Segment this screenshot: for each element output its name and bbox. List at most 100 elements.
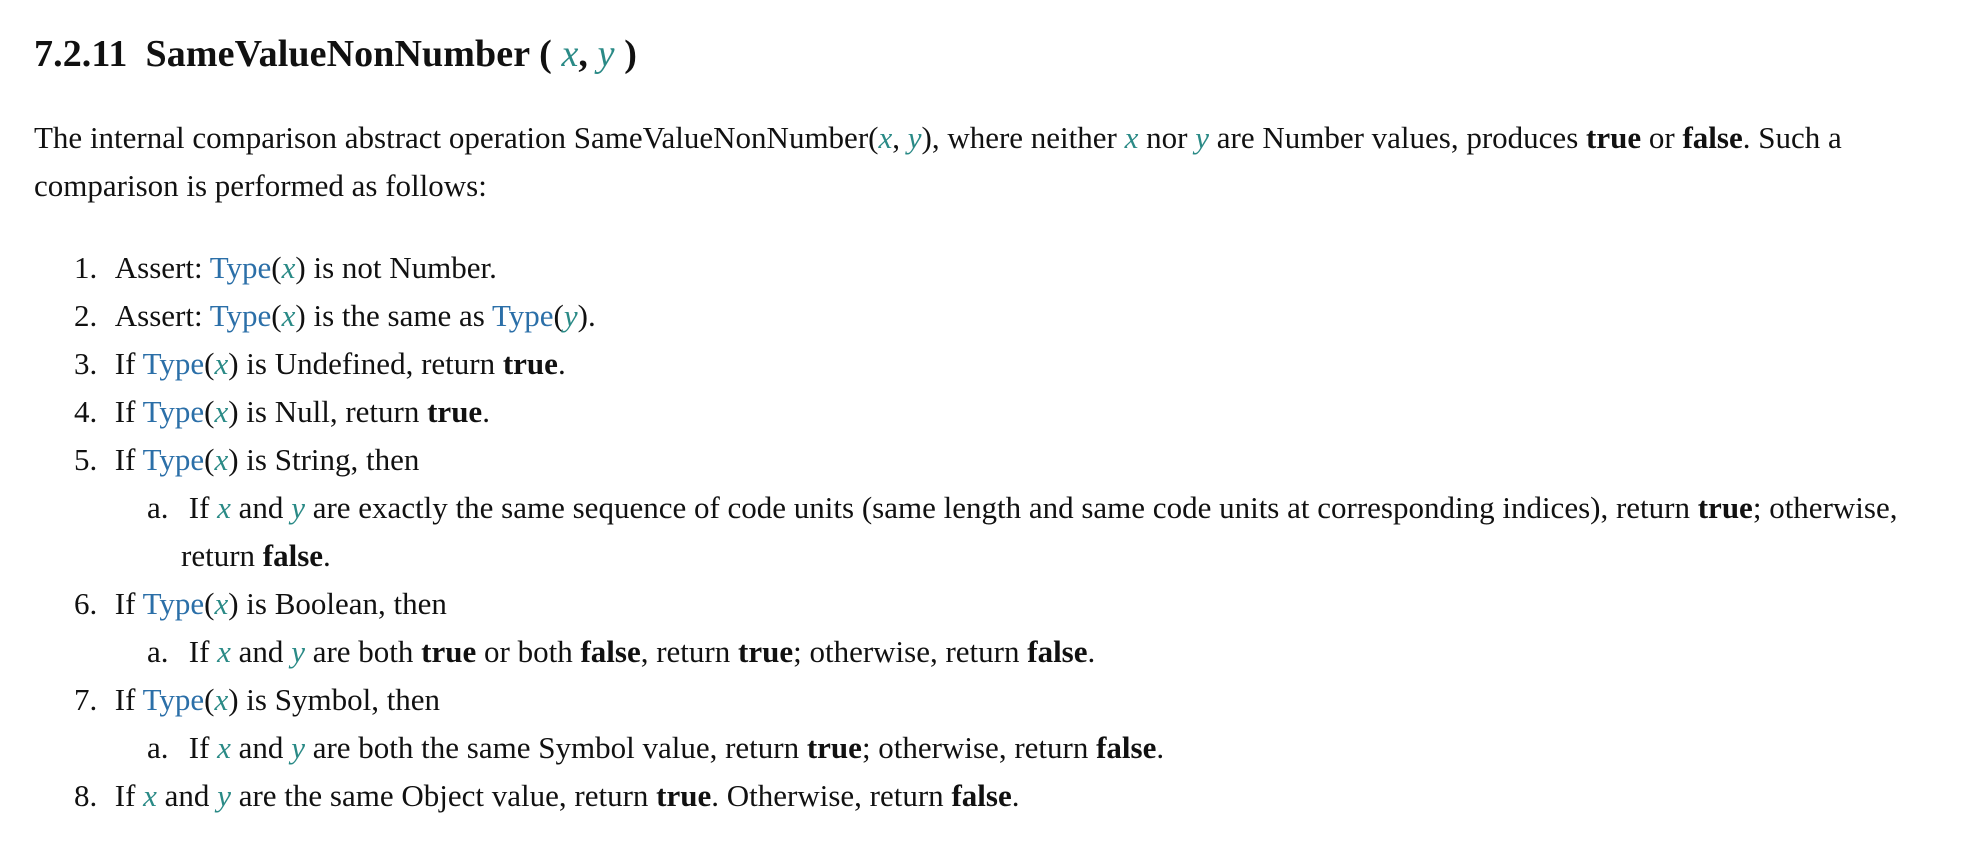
step-text: is Symbol, then — [238, 682, 441, 717]
step-text: If — [114, 346, 143, 381]
paren: ( — [553, 298, 564, 333]
type-link[interactable]: Type — [143, 394, 205, 429]
var-y[interactable]: y — [217, 778, 231, 813]
var-x[interactable]: x — [214, 586, 228, 621]
var-x[interactable]: x — [282, 250, 296, 285]
var-x[interactable]: x — [217, 490, 231, 525]
step-body: If Type(x) is Undefined, return true. — [107, 340, 566, 388]
var-x[interactable]: x — [217, 730, 231, 765]
var-y[interactable]: y — [291, 730, 305, 765]
type-link[interactable]: Type — [492, 298, 554, 333]
param-y[interactable]: y — [598, 33, 615, 75]
algorithm-substep: a. If x and y are both true or both fals… — [147, 628, 1942, 676]
intro-paragraph: The internal comparison abstract operati… — [34, 114, 1944, 210]
step-text: and — [156, 778, 218, 813]
type-link[interactable]: Type — [143, 346, 205, 381]
step-text: is Boolean, then — [238, 586, 447, 621]
algorithm-step: 8. If x and y are the same Object value,… — [74, 772, 1942, 820]
value-false: false — [1682, 120, 1743, 155]
step-body: If Type(x) is Null, return true. — [107, 388, 490, 436]
var-y[interactable]: y — [1195, 120, 1209, 155]
step-text: If — [188, 730, 218, 765]
step-body: Assert: Type(x) is not Number. — [107, 244, 497, 292]
value-false: false — [951, 778, 1012, 813]
step-body: If Type(x) is Symbol, then — [107, 676, 440, 724]
type-link[interactable]: Type — [143, 586, 205, 621]
substep-body: If x and y are both true or both false, … — [181, 628, 1942, 676]
step-body: If x and y are the same Object value, re… — [107, 772, 1020, 820]
algorithm-step: 5. If Type(x) is String, then — [74, 436, 1942, 484]
paren: ( — [271, 298, 282, 333]
step-number: 7. — [74, 682, 98, 717]
var-x[interactable]: x — [214, 346, 228, 381]
step-text: If — [114, 682, 143, 717]
paren: ( — [204, 442, 215, 477]
section-number: 7.2.11 — [34, 33, 128, 75]
intro-text: nor — [1138, 120, 1196, 155]
var-x[interactable]: x — [878, 120, 892, 155]
value-false: false — [262, 538, 324, 573]
step-text: . — [1156, 730, 1165, 765]
value-true: true — [502, 346, 558, 381]
param-x[interactable]: x — [561, 33, 578, 75]
value-true: true — [1586, 120, 1642, 155]
value-true: true — [806, 730, 862, 765]
step-number: 2. — [74, 298, 98, 333]
algorithm-step: 4. If Type(x) is Null, return true. — [74, 388, 1942, 436]
value-true: true — [738, 634, 794, 669]
substep-body: If x and y are exactly the same sequence… — [181, 484, 1942, 580]
heading-open-paren: ( — [539, 33, 552, 75]
var-x[interactable]: x — [143, 778, 157, 813]
paren: ( — [204, 394, 215, 429]
intro-text: are Number values, produces — [1208, 120, 1587, 155]
var-x[interactable]: x — [214, 394, 228, 429]
step-text: Assert: — [114, 250, 210, 285]
step-number: 3. — [74, 346, 98, 381]
step-text: or both — [476, 634, 581, 669]
step-text: If — [188, 490, 218, 525]
value-false: false — [1096, 730, 1157, 765]
step-text: . Otherwise, return — [711, 778, 952, 813]
step-text: If — [114, 778, 144, 813]
step-number: 4. — [74, 394, 98, 429]
step-text: If — [114, 442, 143, 477]
step-text: are the same Object value, return — [230, 778, 657, 813]
type-link[interactable]: Type — [210, 250, 272, 285]
step-text: is String, then — [238, 442, 420, 477]
heading-comma: , — [578, 33, 589, 75]
step-number: 5. — [74, 442, 98, 477]
var-x[interactable]: x — [1125, 120, 1139, 155]
type-link[interactable]: Type — [143, 682, 205, 717]
step-body: Assert: Type(x) is the same as Type(y). — [107, 292, 596, 340]
algorithm-steps: 1. Assert: Type(x) is not Number. 2. Ass… — [34, 244, 1942, 820]
section-title: SameValueNonNumber — [145, 33, 530, 75]
substep-letter: a. — [147, 730, 169, 765]
step-text: . — [587, 298, 596, 333]
var-x[interactable]: x — [214, 682, 228, 717]
value-false: false — [1027, 634, 1088, 669]
step-body: If Type(x) is Boolean, then — [107, 580, 447, 628]
value-true: true — [421, 634, 477, 669]
value-true: true — [1697, 490, 1753, 525]
type-link[interactable]: Type — [143, 442, 205, 477]
var-y[interactable]: y — [291, 490, 305, 525]
value-true: true — [656, 778, 712, 813]
paren: ) — [295, 250, 306, 285]
step-number: 8. — [74, 778, 98, 813]
var-x[interactable]: x — [214, 442, 228, 477]
var-y[interactable]: y — [291, 634, 305, 669]
algorithm-step: 7. If Type(x) is Symbol, then — [74, 676, 1942, 724]
algorithm-step: 6. If Type(x) is Boolean, then — [74, 580, 1942, 628]
var-y[interactable]: y — [908, 120, 922, 155]
spec-page: 7.2.11 SameValueNonNumber ( x, y ) The in… — [0, 0, 1976, 846]
heading-close-paren: ) — [624, 33, 637, 75]
algorithm-substep: a. If x and y are both the same Symbol v… — [147, 724, 1942, 772]
step-text: ; otherwise, return — [793, 634, 1028, 669]
step-number: 1. — [74, 250, 98, 285]
type-link[interactable]: Type — [210, 298, 272, 333]
var-x[interactable]: x — [282, 298, 296, 333]
step-text: . — [1011, 778, 1020, 813]
var-y[interactable]: y — [564, 298, 578, 333]
step-text: and — [230, 490, 292, 525]
var-x[interactable]: x — [217, 634, 231, 669]
